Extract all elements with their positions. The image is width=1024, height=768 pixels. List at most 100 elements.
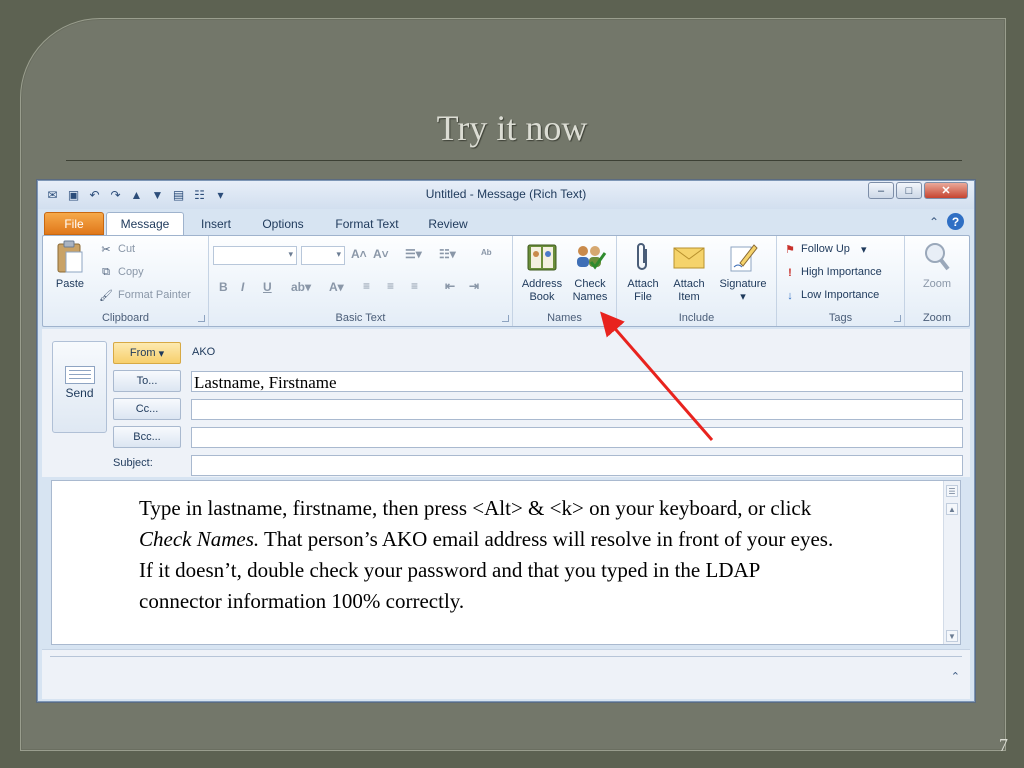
message-body[interactable]: Type in lastname, firstname, then press …	[51, 480, 961, 645]
bullets-icon[interactable]: ☰▾	[405, 247, 422, 261]
font-color-icon[interactable]: A▾	[329, 280, 344, 294]
font-size-select[interactable]	[301, 246, 345, 265]
cc-button[interactable]: Cc...	[113, 398, 181, 420]
send-icon	[64, 366, 95, 384]
check-names-icon	[573, 240, 607, 274]
signature-icon	[726, 240, 760, 274]
decrease-indent-icon[interactable]: ⇤	[445, 279, 455, 293]
dropdown-icon[interactable]: ▾	[212, 186, 229, 203]
align-left-icon[interactable]: ≡	[363, 279, 370, 293]
zoom-button[interactable]: Zoom	[913, 240, 961, 291]
quick-access-toolbar: ✉ ▣ ↶ ↷ ▲ ▼ ▤ ☷ ▾	[44, 186, 229, 203]
follow-up-button[interactable]: Follow Up	[801, 243, 850, 255]
align-right-icon[interactable]: ≡	[411, 279, 418, 293]
high-importance-button[interactable]: High Importance	[801, 266, 882, 278]
numbering-icon[interactable]: ☷▾	[439, 247, 456, 261]
from-value: AKO	[192, 346, 216, 358]
tab-format-text[interactable]: Format Text	[324, 212, 410, 235]
scroll-up-icon[interactable]: ▲	[946, 503, 958, 515]
ribbon: Paste ✂ Cut ⧉ Copy 🖌 Format Painter Clip…	[42, 235, 970, 327]
from-label: From	[129, 347, 156, 359]
magnifier-icon	[920, 240, 954, 274]
up-icon[interactable]: ▲	[128, 186, 145, 203]
tab-review[interactable]: Review	[418, 212, 478, 235]
ribbon-tabs: File Message Insert Options Format Text …	[38, 209, 974, 235]
paste-button[interactable]: Paste	[49, 240, 91, 291]
flag-icon: ⚑	[785, 244, 795, 256]
basic-text-launcher-icon[interactable]	[502, 315, 509, 322]
shrink-font-icon[interactable]: A˅	[373, 247, 389, 261]
group-basic-text: A˄ A˅ ☰▾ ☷▾ ᴬᵇ B I U ab▾ A▾ ≡ ≡ ≡ ⇤ ⇥ Ba…	[209, 236, 513, 326]
envelope-icon	[672, 240, 706, 274]
low-importance-icon: ↓	[787, 289, 793, 302]
attach-file-button[interactable]: Attach File	[621, 240, 665, 304]
tags-group-label: Tags	[828, 312, 853, 324]
redo-icon[interactable]: ↷	[107, 186, 124, 203]
folder-icon[interactable]: ▤	[170, 186, 187, 203]
format-painter-icon: 🖌	[99, 290, 113, 302]
expand-people-pane-icon[interactable]: ⌃	[951, 670, 960, 683]
font-family-select[interactable]	[213, 246, 297, 265]
title-divider	[66, 160, 962, 161]
signature-label: Signature	[719, 278, 767, 290]
undo-icon[interactable]: ↶	[86, 186, 103, 203]
bcc-button[interactable]: Bcc...	[113, 426, 181, 448]
help-icon[interactable]: ?	[947, 213, 964, 230]
tab-file[interactable]: File	[44, 212, 104, 235]
format-painter-button[interactable]: Format Painter	[118, 289, 191, 301]
check-names-button[interactable]: Check Names	[567, 240, 613, 304]
clipboard-group-label: Clipboard	[101, 312, 150, 324]
subject-field[interactable]	[191, 455, 963, 476]
attach-file-label-2: File	[634, 291, 652, 303]
grow-font-icon[interactable]: A˄	[351, 247, 367, 261]
to-button[interactable]: To...	[113, 370, 181, 392]
ribbon-help-area: ⌃ ?	[929, 213, 964, 230]
italic-button[interactable]: I	[241, 280, 244, 294]
send-button[interactable]: Send	[52, 341, 107, 433]
close-button[interactable]: ✕	[924, 182, 968, 199]
group-clipboard: Paste ✂ Cut ⧉ Copy 🖌 Format Painter Clip…	[43, 236, 209, 326]
address-icon[interactable]: ☷	[191, 186, 208, 203]
bold-button[interactable]: B	[219, 280, 228, 294]
minimize-ribbon-icon[interactable]: ⌃	[929, 215, 939, 229]
address-book-icon	[525, 240, 559, 274]
send-label: Send	[65, 386, 94, 400]
clipboard-launcher-icon[interactable]	[198, 315, 205, 322]
tab-options[interactable]: Options	[250, 212, 316, 235]
body-scrollbar[interactable]: ☰ ▲ ▼	[943, 481, 960, 644]
cut-button[interactable]: Cut	[118, 243, 135, 255]
increase-indent-icon[interactable]: ⇥	[469, 279, 479, 293]
bcc-field[interactable]	[191, 427, 963, 448]
align-center-icon[interactable]: ≡	[387, 279, 394, 293]
ruler-icon[interactable]: ☰	[946, 485, 958, 497]
highlight-icon[interactable]: ab▾	[291, 280, 311, 294]
to-field[interactable]: Lastname, Firstname	[191, 371, 963, 392]
low-importance-button[interactable]: Low Importance	[801, 289, 879, 301]
from-button[interactable]: From ▾	[113, 342, 181, 364]
address-book-button[interactable]: Address Book	[517, 240, 567, 304]
clear-formatting-icon[interactable]: ᴬᵇ	[481, 247, 492, 261]
copy-button[interactable]: Copy	[118, 266, 144, 278]
down-icon[interactable]: ▼	[149, 186, 166, 203]
zoom-label: Zoom	[922, 278, 952, 290]
basic-text-group-label: Basic Text	[335, 312, 386, 324]
attach-item-button[interactable]: Attach Item	[667, 240, 711, 304]
tab-insert[interactable]: Insert	[188, 212, 244, 235]
body-text: Type in lastname, firstname, then press …	[139, 493, 839, 617]
page-number: 7	[999, 735, 1008, 755]
save-icon[interactable]: ▣	[65, 186, 82, 203]
underline-button[interactable]: U	[263, 280, 272, 294]
subject-label: Subject:	[113, 457, 153, 469]
copy-icon: ⧉	[102, 266, 110, 278]
tab-message[interactable]: Message	[106, 212, 184, 235]
body-text-check-names: Check Names.	[139, 527, 260, 551]
tags-launcher-icon[interactable]	[894, 315, 901, 322]
cc-field[interactable]	[191, 399, 963, 420]
scroll-down-icon[interactable]: ▼	[946, 630, 958, 642]
zoom-group-label: Zoom	[922, 312, 952, 324]
signature-button[interactable]: Signature ▾	[713, 240, 773, 304]
outlook-icon[interactable]: ✉	[44, 186, 61, 203]
title-bar: ✉ ▣ ↶ ↷ ▲ ▼ ▤ ☷ ▾ Untitled - Message (Ri…	[38, 181, 974, 209]
minimize-button[interactable]: –	[868, 182, 894, 199]
maximize-button[interactable]: □	[896, 182, 922, 199]
